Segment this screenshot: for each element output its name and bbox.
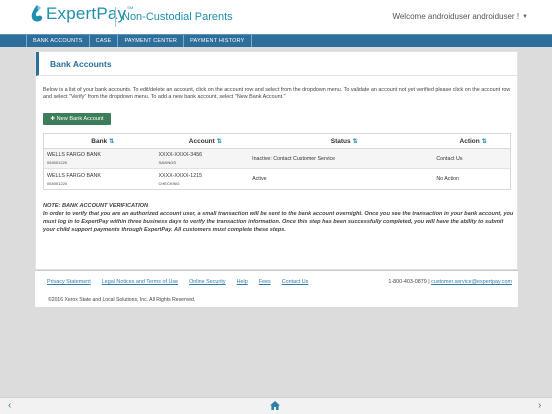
privacy-statement-link[interactable]: Privacy Statement — [47, 279, 91, 285]
welcome-text: Welcome androiduser androiduser ! — [392, 12, 520, 21]
nav-payment-history[interactable]: PAYMENT HISTORY — [184, 35, 252, 47]
account-type: CHECKING — [158, 180, 180, 186]
main-nav: BANK ACCOUNTS CASE PAYMENT CENTER PAYMEN… — [0, 34, 552, 47]
nav-payment-center[interactable]: PAYMENT CENTER — [118, 35, 185, 47]
help-link[interactable]: Help — [237, 279, 248, 285]
note-title: NOTE: BANK ACCOUNT VERIFICATION — [43, 203, 149, 209]
browser-toolbar: ‹ › — [0, 397, 552, 414]
table-header: Bank ⇅ Account ⇅ Status ⇅ Action ⇅ — [44, 134, 510, 149]
note-body: In order to verify that you are an autho… — [43, 211, 514, 233]
table-row[interactable]: WELLS FARGO BANK 054001220 XXXX-XXXX-345… — [44, 149, 510, 169]
action-cell: Contact Us — [436, 155, 463, 162]
routing-number: 054001220 — [47, 160, 68, 165]
table-body: WELLS FARGO BANK 054001220 XXXX-XXXX-345… — [44, 149, 510, 189]
bank-accounts-table: Bank ⇅ Account ⇅ Status ⇅ Action ⇅ WELLS FAR… — [43, 133, 511, 190]
footer-contact: 1-800-403-0879 | customer.service@expert… — [388, 279, 512, 285]
nav-bank-accounts[interactable]: BANK ACCOUNTS — [26, 35, 90, 47]
email-link[interactable]: customer.service@expertpay.com — [431, 279, 512, 285]
table-row[interactable]: WELLS FARGO BANK 054001220 XXXX-XXXX-121… — [44, 169, 510, 189]
account-cell: XXXX-XXXX-3456 SAVINGS — [159, 149, 253, 168]
legal-notices-link[interactable]: Legal Notices and Terms of Use — [102, 279, 178, 285]
top-header: ExpertPay SM Non-Custodial Parents Welco… — [0, 0, 552, 34]
sort-icon: ⇅ — [481, 139, 487, 145]
sort-icon: ⇅ — [216, 139, 222, 145]
page-title: Bank Accounts — [50, 59, 112, 69]
plus-icon: ✚ — [50, 116, 56, 122]
status-cell: Active — [252, 176, 267, 182]
routing-number: 054001220 — [47, 180, 68, 186]
new-bank-account-button[interactable]: ✚ New Bank Account — [43, 113, 111, 125]
copyright-text: ©2016 Xerox State and Local Solutions, I… — [48, 297, 196, 303]
back-arrow-icon[interactable]: ‹ — [8, 400, 11, 412]
chevron-down-icon: ▼ — [522, 13, 528, 20]
status-cell: Inactive: Contact Customer Service — [252, 155, 336, 162]
sort-icon: ⇅ — [109, 139, 115, 145]
account-number: XXXX-XXXX-3456 — [158, 152, 203, 158]
home-icon[interactable] — [270, 401, 280, 414]
portal-title: Non-Custodial Parents — [122, 11, 233, 23]
phone-number: 1-800-403-0879 — [388, 279, 427, 285]
intro-text: Below is a list of your bank accounts. T… — [43, 87, 511, 101]
expertpay-logo[interactable]: ExpertPay SM — [30, 4, 133, 24]
account-number: XXXX-XXXX-1215 — [158, 172, 203, 179]
verification-note: NOTE: BANK ACCOUNT VERIFICATION In order… — [43, 202, 515, 234]
column-header-action[interactable]: Action ⇅ — [436, 134, 510, 148]
user-menu[interactable]: Welcome androiduser androiduser ! ▼ — [392, 12, 528, 21]
forward-arrow-icon[interactable]: › — [538, 400, 541, 412]
footer-links: Privacy Statement Legal Notices and Term… — [47, 279, 308, 285]
bank-name: WELLS FARGO BANK — [47, 152, 101, 158]
new-bank-account-label: New Bank Account — [56, 116, 104, 122]
account-cell: XXXX-XXXX-1215 CHECKING — [159, 169, 253, 189]
account-type: SAVINGS — [158, 160, 177, 165]
page-footer: Privacy Statement Legal Notices and Term… — [35, 271, 518, 307]
bank-accounts-panel: Bank Accounts Below is a list of your ba… — [35, 51, 518, 270]
nav-case[interactable]: CASE — [90, 35, 119, 47]
bank-cell: WELLS FARGO BANK 054001220 — [44, 169, 159, 189]
sort-icon: ⇅ — [352, 139, 358, 145]
contact-us-link[interactable]: Contact Us — [282, 279, 309, 285]
bank-name: WELLS FARGO BANK — [47, 172, 101, 179]
column-header-account[interactable]: Account ⇅ — [159, 134, 253, 148]
fees-link[interactable]: Fees — [259, 279, 271, 285]
column-header-status[interactable]: Status ⇅ — [252, 134, 436, 148]
header-divider — [115, 7, 116, 27]
column-header-bank[interactable]: Bank ⇅ — [44, 134, 159, 148]
panel-header: Bank Accounts — [36, 52, 517, 76]
bank-cell: WELLS FARGO BANK 054001220 — [44, 149, 159, 168]
logo-mark-icon — [30, 4, 44, 24]
logo-trademark: SM — [127, 4, 134, 10]
online-security-link[interactable]: Online Security — [189, 279, 226, 285]
action-cell: No Action — [436, 176, 459, 182]
